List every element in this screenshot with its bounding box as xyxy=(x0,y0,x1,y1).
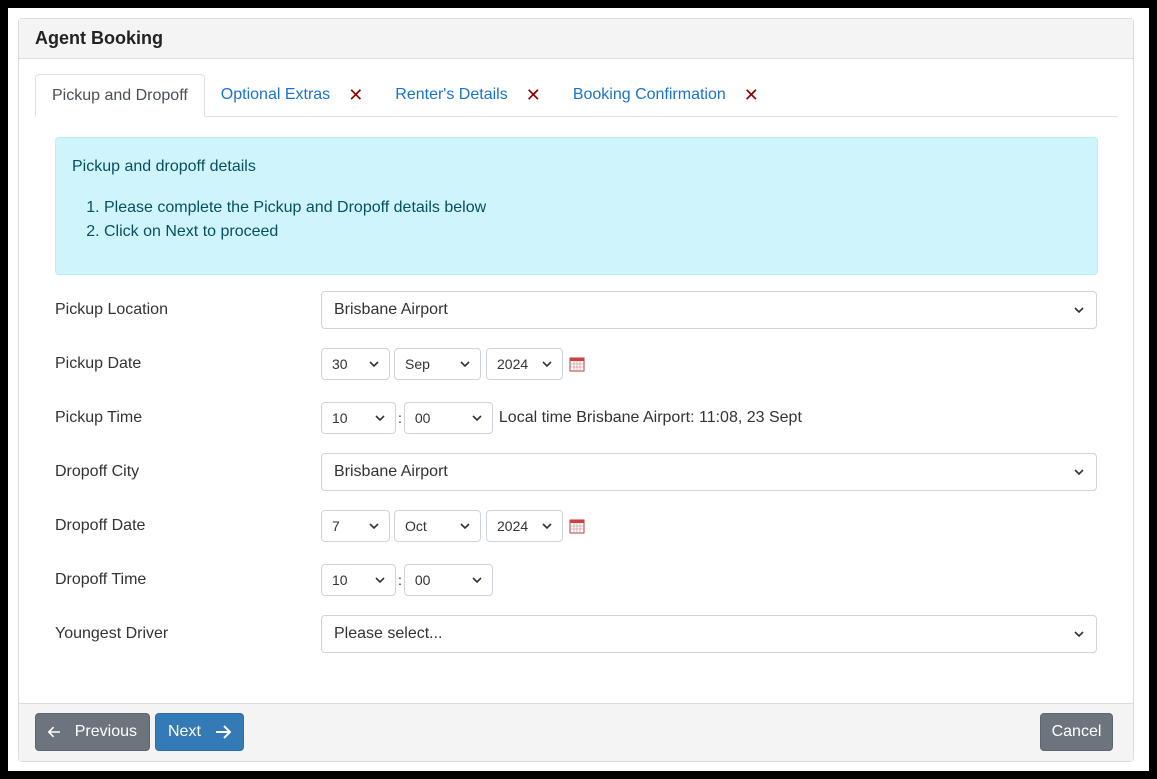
arrow-left-icon xyxy=(48,726,60,738)
select-value: 30 xyxy=(332,356,348,372)
pickup-minute-select[interactable]: 00 xyxy=(403,402,493,434)
pickup-location-row: Pickup Location Brisbane Airport xyxy=(55,291,1098,329)
dropoff-date-row: Dropoff Date 7 Oct 2024 xyxy=(55,507,1098,545)
select-value: Brisbane Airport xyxy=(334,463,448,480)
time-separator: : xyxy=(398,572,402,588)
select-value: Oct xyxy=(405,518,427,534)
chevron-down-icon xyxy=(375,577,385,584)
dropoff-day-select[interactable]: 7 xyxy=(321,510,390,542)
pickup-year-select[interactable]: 2024 xyxy=(486,348,563,380)
previous-label: Previous xyxy=(74,723,137,740)
next-label: Next xyxy=(168,723,201,740)
chevron-down-icon xyxy=(542,361,552,368)
tab-label: Pickup and Dropoff xyxy=(52,86,188,104)
tab-renters-details[interactable]: Renter's Details ✕ xyxy=(379,74,557,116)
dropoff-city-select[interactable]: Brisbane Airport xyxy=(321,453,1097,491)
chevron-down-icon xyxy=(369,523,379,530)
previous-button[interactable]: Previous xyxy=(35,713,150,751)
pickup-day-select[interactable]: 30 xyxy=(321,348,390,380)
youngest-driver-select[interactable]: Please select... xyxy=(321,615,1097,653)
close-icon[interactable]: ✕ xyxy=(348,85,363,106)
chevron-down-icon xyxy=(460,523,470,530)
chevron-down-icon xyxy=(472,577,482,584)
tab-label: Booking Confirmation xyxy=(572,86,726,103)
chevron-down-icon xyxy=(1074,631,1084,638)
youngest-driver-row: Youngest Driver Please select... xyxy=(55,615,1098,653)
pickup-time-row: Pickup Time 10 : 00 Local time Brisbane … xyxy=(55,399,1098,437)
dropoff-year-select[interactable]: 2024 xyxy=(486,510,563,542)
local-time-text: Local time Brisbane Airport: 11:08, 23 S… xyxy=(498,409,802,426)
select-value: 10 xyxy=(332,572,348,588)
cancel-label: Cancel xyxy=(1051,723,1102,740)
next-button[interactable]: Next xyxy=(155,713,244,751)
info-step: Click on Next to proceed xyxy=(104,220,1081,244)
youngest-driver-label: Youngest Driver xyxy=(55,625,169,642)
card-header: Agent Booking xyxy=(19,19,1133,59)
dropoff-minute-select[interactable]: 00 xyxy=(403,564,493,596)
pickup-month-select[interactable]: Sep xyxy=(394,348,481,380)
time-separator: : xyxy=(398,410,402,426)
dropoff-city-label: Dropoff City xyxy=(55,463,140,480)
pickup-date-row: Pickup Date 30 Sep 2024 xyxy=(55,345,1098,383)
chevron-down-icon xyxy=(375,415,385,422)
select-value: Please select... xyxy=(334,625,443,642)
close-icon[interactable]: ✕ xyxy=(526,85,541,106)
tab-label: Optional Extras xyxy=(220,86,331,103)
chevron-down-icon xyxy=(472,415,482,422)
page-title: Agent Booking xyxy=(35,28,163,48)
dropoff-month-select[interactable]: Oct xyxy=(394,510,481,542)
select-value: 00 xyxy=(414,572,431,588)
select-value: Brisbane Airport xyxy=(334,301,448,318)
chevron-down-icon xyxy=(460,361,470,368)
tab-pickup-dropoff[interactable]: Pickup and Dropoff xyxy=(35,74,205,117)
cancel-button[interactable]: Cancel xyxy=(1040,713,1113,751)
pickup-location-label: Pickup Location xyxy=(55,301,168,318)
tab-booking-confirmation[interactable]: Booking Confirmation ✕ xyxy=(557,74,775,116)
dropoff-date-label: Dropoff Date xyxy=(55,517,146,534)
select-value: 2024 xyxy=(497,356,529,372)
arrow-right-icon xyxy=(215,725,231,739)
pickup-hour-select[interactable]: 10 xyxy=(321,402,396,434)
tab-optional-extras[interactable]: Optional Extras ✕ xyxy=(205,74,379,116)
chevron-down-icon xyxy=(1074,307,1084,314)
dropoff-hour-select[interactable]: 10 xyxy=(321,564,396,596)
info-title: Pickup and dropoff details xyxy=(72,158,256,175)
chevron-down-icon xyxy=(542,523,552,530)
chevron-down-icon xyxy=(1074,469,1084,476)
pickup-location-select[interactable]: Brisbane Airport xyxy=(321,291,1097,329)
info-steps: Please complete the Pickup and Dropoff d… xyxy=(72,196,1081,244)
card-footer: Previous Next Cancel xyxy=(19,703,1133,761)
close-icon[interactable]: ✕ xyxy=(744,85,759,106)
dropoff-city-row: Dropoff City Brisbane Airport xyxy=(55,453,1098,491)
pickup-time-label: Pickup Time xyxy=(55,409,143,426)
calendar-icon[interactable] xyxy=(569,356,585,372)
tab-bar: Pickup and Dropoff Optional Extras ✕ Ren… xyxy=(35,74,1118,117)
window-frame: Agent Booking Pickup and Dropoff Optiona… xyxy=(8,8,1149,771)
calendar-icon[interactable] xyxy=(569,518,585,534)
info-alert: Pickup and dropoff details Please comple… xyxy=(55,137,1098,275)
dropoff-time-row: Dropoff Time 10 : 00 xyxy=(55,561,1098,599)
tab-label: Renter's Details xyxy=(395,86,508,103)
select-value: 7 xyxy=(332,518,340,534)
select-value: 00 xyxy=(414,410,431,426)
dropoff-time-label: Dropoff Time xyxy=(55,571,147,588)
pickup-date-label: Pickup Date xyxy=(55,355,142,372)
info-step: Please complete the Pickup and Dropoff d… xyxy=(104,196,1081,220)
select-value: 2024 xyxy=(497,518,529,534)
chevron-down-icon xyxy=(369,361,379,368)
booking-card: Agent Booking Pickup and Dropoff Optiona… xyxy=(18,18,1134,762)
select-value: 10 xyxy=(332,410,348,426)
select-value: Sep xyxy=(405,356,430,372)
